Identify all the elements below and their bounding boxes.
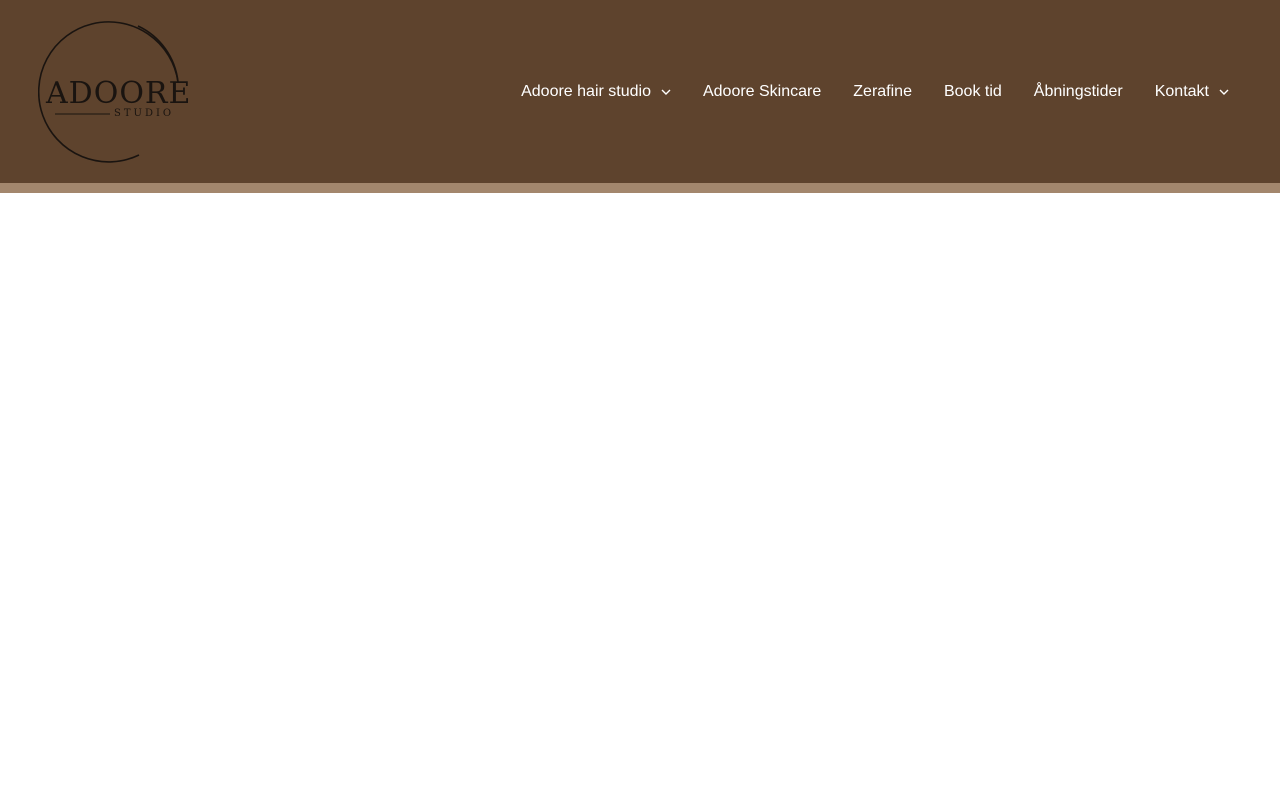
nav-item-kontakt[interactable]: Kontakt bbox=[1139, 72, 1229, 112]
nav-item-adoore-skincare[interactable]: Adoore Skincare bbox=[687, 72, 837, 112]
nav-item-abningstider[interactable]: Åbningstider bbox=[1018, 72, 1139, 112]
nav-item-label: Book tid bbox=[943, 82, 1002, 100]
nav-item-label: Adoore Skincare bbox=[702, 82, 822, 100]
logo-subtext: STUDIO bbox=[114, 108, 174, 119]
nav-item-label: Åbningstider bbox=[1033, 82, 1123, 100]
page-content bbox=[0, 193, 1280, 800]
nav-item-book-tid[interactable]: Book tid bbox=[928, 72, 1018, 112]
chevron-down-icon[interactable] bbox=[661, 87, 671, 97]
main-navigation: Adoore hair studio Adoore Skincare Zeraf… bbox=[505, 0, 1280, 183]
nav-item-label: Kontakt bbox=[1154, 82, 1209, 100]
logo-wordmark: ADOORE bbox=[45, 76, 188, 111]
nav-item-adoore-hair-studio[interactable]: Adoore hair studio bbox=[505, 72, 687, 112]
site-header: ADOORE STUDIO Adoore hair studio Adoore … bbox=[0, 0, 1280, 183]
logo-mark: ADOORE STUDIO bbox=[38, 21, 188, 163]
header-accent-stripe bbox=[0, 183, 1280, 193]
nav-item-zerafine[interactable]: Zerafine bbox=[837, 72, 928, 112]
chevron-down-icon[interactable] bbox=[1219, 87, 1229, 97]
logo-arc-top bbox=[137, 25, 179, 83]
nav-item-label: Zerafine bbox=[853, 82, 912, 100]
site-logo[interactable]: ADOORE STUDIO bbox=[38, 16, 188, 166]
nav-item-label: Adoore hair studio bbox=[521, 82, 651, 100]
